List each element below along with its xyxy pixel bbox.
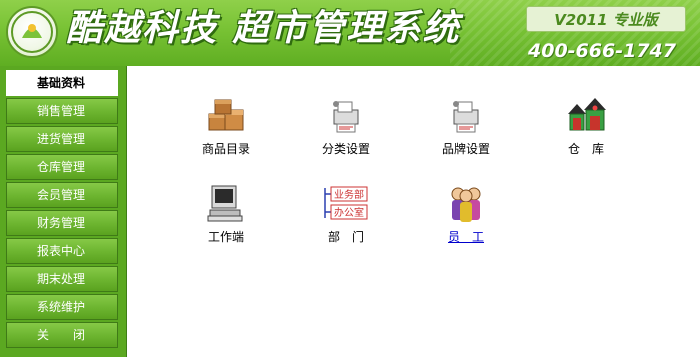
tile-label: 工作端 [207,230,244,244]
tile-label: 部 门 [327,230,364,244]
main-panel: 商品目录 分类设置 品牌设置 仓 库 工作端 业务部 办公室 部 门 员 工 [127,66,700,357]
tile-label-link[interactable]: 员 工 [421,228,511,245]
tile-workstation[interactable]: 工作端 [181,184,271,256]
sidebar-item-reports[interactable]: 报表中心 [6,238,118,264]
sidebar-item-close[interactable]: 关 闭 [6,322,118,348]
category-printer-icon [326,96,366,136]
tile-brand-settings[interactable]: 品牌设置 [421,96,511,168]
boxes-icon [206,96,246,136]
sidebar-nav: 基础资料 销售管理 进货管理 仓库管理 会员管理 财务管理 报表中心 期末处理 … [0,66,127,357]
sidebar-item-purchasing[interactable]: 进货管理 [6,126,118,152]
version-badge: V2011 专业版 [526,6,686,32]
tile-label: 仓 库 [567,142,604,156]
dept-icon-text-2: 办公室 [334,206,364,219]
tile-department[interactable]: 业务部 办公室 部 门 [301,184,391,256]
tile-staff[interactable]: 员 工 [421,184,511,256]
sidebar-item-sales[interactable]: 销售管理 [6,98,118,124]
sidebar-item-finance[interactable]: 财务管理 [6,210,118,236]
people-icon [446,184,486,224]
tile-label: 品牌设置 [441,142,490,156]
brand-printer-icon [446,96,486,136]
company-logo [6,6,58,58]
sidebar-item-warehouse[interactable]: 仓库管理 [6,154,118,180]
warehouse-icon [566,96,606,136]
header-banner: 酷越科技 超市管理系统 V2011 专业版 400-666-1747 [0,0,700,67]
app-title: 酷越科技 超市管理系统 [66,8,461,49]
sidebar-item-members[interactable]: 会员管理 [6,182,118,208]
sidebar-item-system[interactable]: 系统维护 [6,294,118,320]
computer-terminal-icon [206,184,246,224]
department-tree-icon: 业务部 办公室 [321,184,371,224]
tile-label: 分类设置 [321,142,370,156]
tile-warehouse[interactable]: 仓 库 [541,96,631,168]
sidebar-item-period-end[interactable]: 期末处理 [6,266,118,292]
sidebar-item-basic-data[interactable]: 基础资料 [6,70,118,96]
dept-icon-text-1: 业务部 [334,188,364,201]
tile-category-settings[interactable]: 分类设置 [301,96,391,168]
hotline-number: 400-666-1747 [528,40,676,62]
tile-product-catalog[interactable]: 商品目录 [181,96,271,168]
tile-label: 商品目录 [201,142,250,156]
